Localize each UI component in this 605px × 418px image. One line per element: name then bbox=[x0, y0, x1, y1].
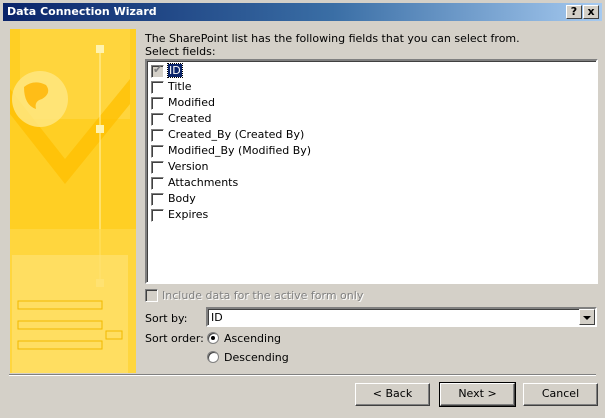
next-button[interactable]: Next > bbox=[439, 382, 516, 407]
field-label: Created_By (Created By) bbox=[168, 128, 305, 141]
field-label: Modified bbox=[168, 96, 215, 109]
back-button[interactable]: < Back bbox=[355, 383, 430, 406]
sort-ascending-label: Ascending bbox=[224, 332, 282, 345]
sort-ascending-radio[interactable] bbox=[207, 332, 219, 344]
sort-by-value: ID bbox=[211, 311, 223, 324]
button-separator bbox=[9, 374, 596, 376]
wizard-side-banner bbox=[10, 29, 136, 373]
chevron-down-icon bbox=[583, 316, 591, 320]
include-active-form-label: Include data for the active form only bbox=[162, 289, 364, 302]
banner-artwork bbox=[10, 29, 136, 373]
field-label: Expires bbox=[168, 208, 209, 221]
field-label: Version bbox=[168, 160, 209, 173]
field-list[interactable]: ✔ ID Title Modified Created Created_By (… bbox=[145, 59, 598, 284]
sort-by-dropdown-button[interactable] bbox=[579, 309, 595, 325]
field-checkbox-version[interactable] bbox=[151, 161, 164, 174]
field-checkbox-modified[interactable] bbox=[151, 97, 164, 110]
title-bar[interactable]: Data Connection Wizard ? x bbox=[3, 3, 602, 21]
field-checkbox-id: ✔ bbox=[151, 63, 164, 78]
sort-descending-radio[interactable] bbox=[207, 351, 219, 363]
sort-by-select[interactable]: ID bbox=[206, 307, 597, 327]
field-label: Modified_By (Modified By) bbox=[168, 144, 312, 157]
field-label: Created bbox=[168, 112, 212, 125]
sort-by-label: Sort by: bbox=[145, 312, 188, 325]
field-label: Title bbox=[168, 80, 192, 93]
select-fields-label: Select fields: bbox=[145, 45, 216, 58]
cancel-button[interactable]: Cancel bbox=[523, 383, 598, 406]
sort-descending-label: Descending bbox=[224, 351, 289, 364]
wizard-window: Data Connection Wizard ? x The SharePoin… bbox=[0, 0, 605, 418]
field-label: Attachments bbox=[168, 176, 239, 189]
checkmark-icon: ✔ bbox=[153, 63, 163, 76]
intro-text: The SharePoint list has the following fi… bbox=[145, 32, 520, 45]
close-button[interactable]: x bbox=[583, 5, 599, 19]
help-button[interactable]: ? bbox=[566, 5, 582, 19]
field-checkbox-modified-by[interactable] bbox=[151, 145, 164, 158]
field-label: Body bbox=[168, 192, 196, 205]
field-checkbox-created-by[interactable] bbox=[151, 129, 164, 142]
sort-order-label: Sort order: bbox=[145, 332, 204, 345]
field-label: ID bbox=[167, 63, 183, 78]
window-title: Data Connection Wizard bbox=[7, 5, 157, 18]
field-checkbox-body[interactable] bbox=[151, 193, 164, 206]
radio-selected-dot bbox=[211, 336, 215, 340]
field-checkbox-expires[interactable] bbox=[151, 209, 164, 222]
field-checkbox-title[interactable] bbox=[151, 81, 164, 94]
field-checkbox-created[interactable] bbox=[151, 113, 164, 126]
include-active-form-checkbox bbox=[145, 289, 158, 302]
field-checkbox-attachments[interactable] bbox=[151, 177, 164, 190]
